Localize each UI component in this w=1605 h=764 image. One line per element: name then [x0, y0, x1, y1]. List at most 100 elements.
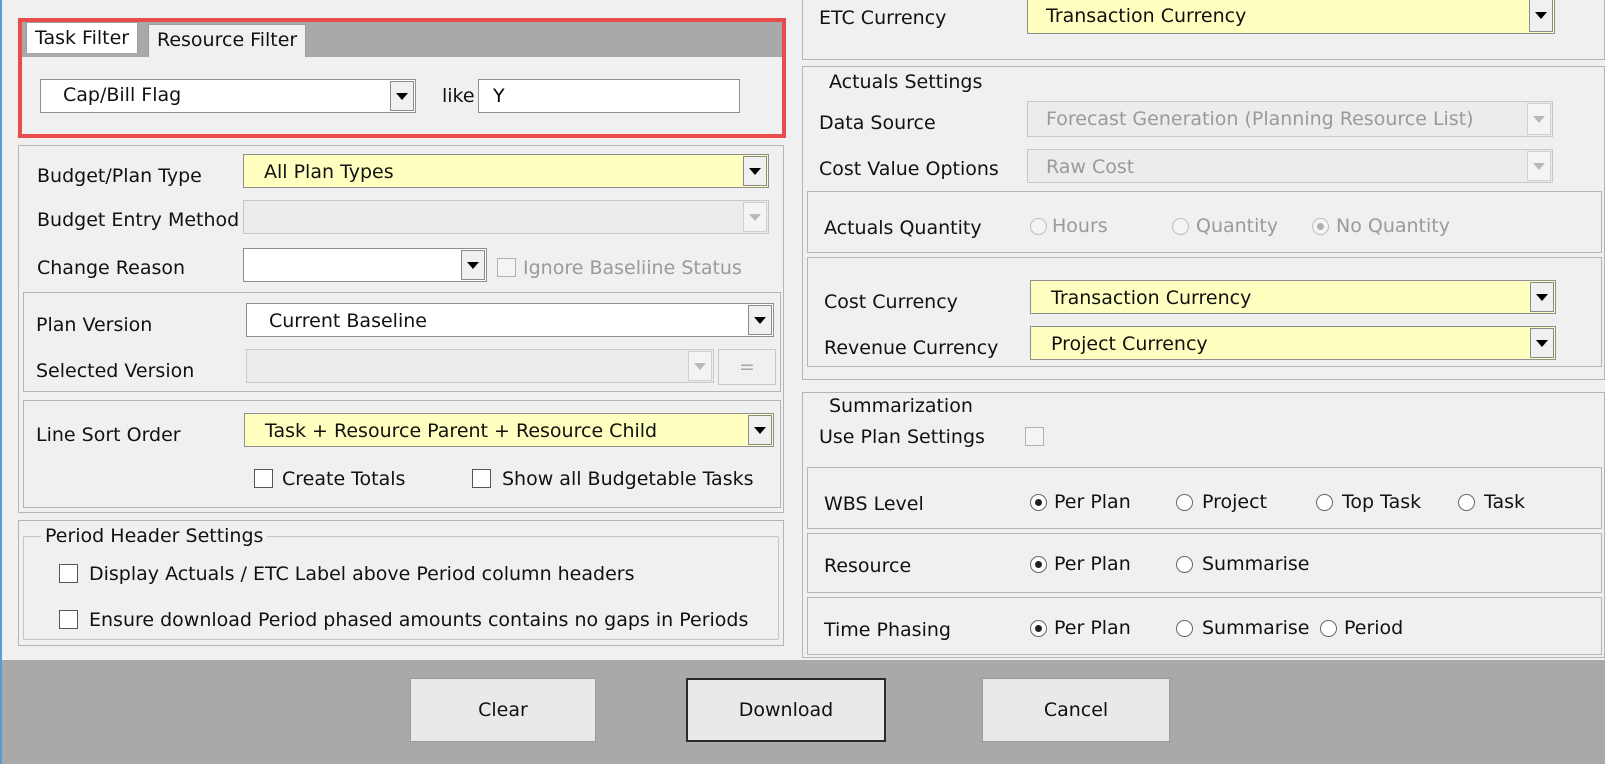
actuals-quantity-group: Actuals Quantity Hours Quantity No Quant… [807, 191, 1602, 253]
quantity-radio-hours[interactable] [1030, 218, 1047, 235]
quantity-radio-no-quantity[interactable] [1312, 218, 1329, 235]
chevron-down-icon [1533, 115, 1545, 123]
cost-value-options-select[interactable]: Raw Cost [1027, 149, 1553, 183]
display-actuals-label: Display Actuals / ETC Label above Period… [89, 563, 635, 585]
dropdown-arrow[interactable] [743, 156, 767, 186]
actuals-quantity-label: Actuals Quantity [824, 217, 982, 239]
tab-task-filter[interactable]: Task Filter [26, 22, 139, 53]
budget-plan-type-value: All Plan Types [264, 161, 394, 183]
download-button[interactable]: Download [686, 678, 886, 742]
chevron-down-icon [754, 426, 766, 434]
budget-entry-method-value [244, 201, 742, 233]
show-budgetable-label: Show all Budgetable Tasks [502, 468, 754, 490]
dropdown-arrow[interactable] [1530, 328, 1554, 358]
chevron-down-icon [1535, 11, 1547, 19]
period-panel: Period Header Settings Display Actuals /… [18, 520, 784, 646]
plan-version-value: Current Baseline [269, 310, 427, 332]
time-phasing-label: Time Phasing [824, 619, 951, 641]
display-actuals-checkbox[interactable] [59, 564, 78, 583]
cost-currency-select[interactable]: Transaction Currency [1030, 280, 1556, 314]
time-radio-per-plan[interactable] [1030, 620, 1047, 637]
summarization-group-title: Summarization [825, 395, 977, 417]
data-source-select[interactable]: Forecast Generation (Planning Resource L… [1027, 101, 1553, 137]
dropdown-arrow [743, 202, 767, 232]
time-radio-summarise[interactable] [1176, 620, 1193, 637]
chevron-down-icon [396, 92, 408, 100]
wbs-radio-project[interactable] [1176, 494, 1193, 511]
equals-button[interactable]: = [718, 349, 776, 385]
wbs-radio-task[interactable] [1458, 494, 1475, 511]
create-totals-checkbox[interactable] [254, 469, 273, 488]
cost-currency-value: Transaction Currency [1051, 287, 1252, 309]
chevron-down-icon [1533, 162, 1545, 170]
time-phasing-group: Time Phasing Per Plan Summarise Period [807, 597, 1602, 655]
data-source-label: Data Source [819, 112, 936, 134]
wbs-radio-per-plan[interactable] [1030, 494, 1047, 511]
line-sort-value: Task + Resource Parent + Resource Child [265, 420, 658, 442]
revenue-currency-select[interactable]: Project Currency [1030, 326, 1556, 360]
revenue-currency-value: Project Currency [1051, 333, 1208, 355]
use-plan-settings-checkbox[interactable] [1025, 427, 1044, 446]
dropdown-arrow[interactable] [1529, 0, 1553, 32]
resource-radio-summarise-label: Summarise [1202, 553, 1310, 575]
ensure-no-gaps-label: Ensure download Period phased amounts co… [89, 609, 749, 631]
tab-resource-filter[interactable]: Resource Filter [148, 24, 307, 58]
use-plan-settings-label: Use Plan Settings [819, 426, 985, 448]
budget-plan-type-select[interactable]: All Plan Types [243, 154, 769, 188]
download-dialog: Task Filter Resource Filter Cap/Bill Fla… [0, 0, 1605, 764]
plan-version-select[interactable]: Current Baseline [246, 303, 774, 337]
filter-panel: Cap/Bill Flag like [18, 57, 786, 137]
cost-value-options-label: Cost Value Options [819, 158, 999, 180]
cost-value-options-value: Raw Cost [1046, 156, 1135, 178]
cancel-button[interactable]: Cancel [982, 678, 1170, 742]
quantity-radio-quantity[interactable] [1172, 218, 1189, 235]
currency-group: Cost Currency Transaction Currency Reven… [807, 257, 1602, 367]
filter-value-input[interactable] [478, 79, 740, 113]
show-budgetable-checkbox[interactable] [472, 469, 491, 488]
actuals-panel: Actuals Settings Data Source Forecast Ge… [802, 66, 1605, 380]
line-sort-select[interactable]: Task + Resource Parent + Resource Child [244, 413, 774, 447]
time-radio-summarise-label: Summarise [1202, 617, 1310, 639]
budget-plan-type-label: Budget/Plan Type [37, 165, 202, 187]
filter-field-select[interactable]: Cap/Bill Flag [40, 79, 416, 113]
filter-value-text[interactable] [479, 80, 739, 112]
plan-panel: Budget/Plan Type All Plan Types Budget E… [18, 145, 784, 513]
time-radio-period[interactable] [1320, 620, 1337, 637]
selected-version-select[interactable] [246, 349, 714, 383]
summarization-panel: Summarization Use Plan Settings WBS Leve… [802, 392, 1605, 658]
quantity-radio-no-quantity-label: No Quantity [1336, 215, 1450, 237]
dropdown-arrow [1527, 103, 1551, 135]
dropdown-arrow[interactable] [748, 305, 772, 335]
chevron-down-icon [754, 316, 766, 324]
data-source-value: Forecast Generation (Planning Resource L… [1046, 108, 1474, 130]
change-reason-value [244, 249, 460, 281]
chevron-down-icon [467, 261, 479, 269]
ignore-baseline-label: Ignore Baseliine Status [523, 257, 742, 279]
clear-button[interactable]: Clear [410, 678, 596, 742]
revenue-currency-label: Revenue Currency [824, 337, 999, 359]
dropdown-arrow [1527, 151, 1551, 181]
change-reason-select[interactable] [243, 248, 487, 282]
wbs-radio-per-plan-label: Per Plan [1054, 491, 1131, 513]
ignore-baseline-checkbox[interactable] [497, 258, 516, 277]
dropdown-arrow [688, 351, 712, 381]
resource-radio-per-plan-label: Per Plan [1054, 553, 1131, 575]
dropdown-arrow[interactable] [748, 415, 772, 445]
quantity-radio-quantity-label: Quantity [1196, 215, 1279, 237]
create-totals-label: Create Totals [282, 468, 406, 490]
line-sort-group: Line Sort Order Task + Resource Parent +… [23, 400, 781, 508]
resource-radio-summarise[interactable] [1176, 556, 1193, 573]
wbs-radio-project-label: Project [1202, 491, 1268, 513]
change-reason-label: Change Reason [37, 257, 186, 279]
budget-entry-method-select[interactable] [243, 200, 769, 234]
dropdown-arrow[interactable] [461, 250, 485, 280]
wbs-level-label: WBS Level [824, 493, 924, 515]
ensure-no-gaps-checkbox[interactable] [59, 610, 78, 629]
cost-currency-label: Cost Currency [824, 291, 958, 313]
filter-operator-label: like [442, 85, 475, 107]
wbs-radio-top-task[interactable] [1316, 494, 1333, 511]
dropdown-arrow[interactable] [1530, 282, 1554, 312]
etc-currency-select[interactable]: Transaction Currency [1027, 0, 1555, 34]
resource-radio-per-plan[interactable] [1030, 556, 1047, 573]
dropdown-arrow[interactable] [390, 81, 414, 111]
